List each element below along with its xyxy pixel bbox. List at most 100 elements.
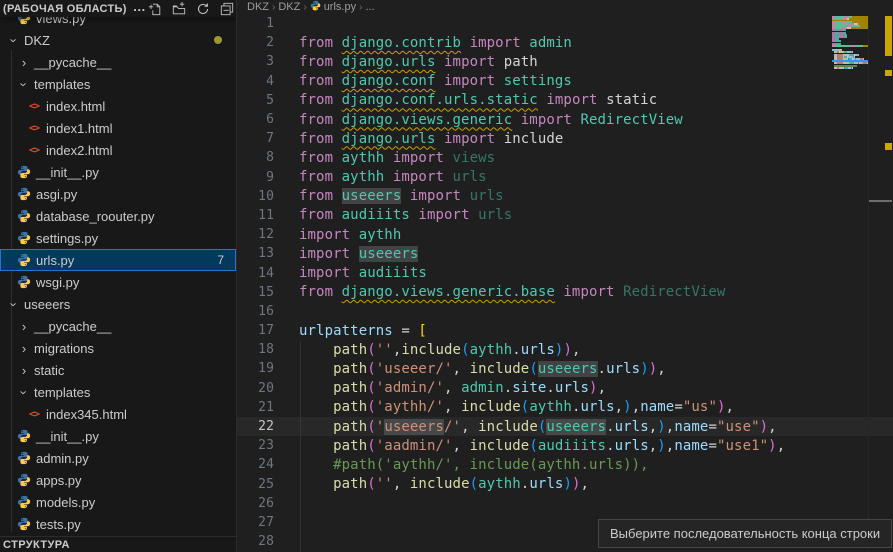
tree-item-index-html[interactable]: <>index.html xyxy=(0,95,236,117)
code-line-15[interactable]: 15from django.views.generic.base import … xyxy=(237,283,893,302)
tree-item-apps-py[interactable]: apps.py xyxy=(0,469,236,491)
code-line-13[interactable]: 13import useeers xyxy=(237,244,893,263)
code-token: path xyxy=(333,380,367,396)
code-token: audiiits xyxy=(538,438,606,454)
tree-item-index345-html[interactable]: <>index345.html xyxy=(0,403,236,425)
overview-ruler-mark xyxy=(885,16,892,56)
breadcrumb-item[interactable]: ... xyxy=(365,1,374,13)
breadcrumb-separator: › xyxy=(272,2,275,13)
code-token: . xyxy=(546,380,555,396)
code-line-2[interactable]: 2from django.contrib import admin xyxy=(237,33,893,52)
minimap[interactable] xyxy=(832,14,868,134)
code-token: name xyxy=(674,419,708,435)
code-line-22[interactable]: 22 path('useeers/', include(useeers.urls… xyxy=(237,417,893,436)
code-line-20[interactable]: 20 path('admin/', admin.site.urls), xyxy=(237,379,893,398)
new-folder-icon[interactable] xyxy=(170,1,188,17)
chevron-right-icon: › xyxy=(16,319,32,334)
tree-item-tests-py[interactable]: tests.py xyxy=(0,513,236,535)
new-file-icon[interactable] xyxy=(146,1,164,17)
line-number: 3 xyxy=(237,54,283,69)
code-line-16[interactable]: 16 xyxy=(237,302,893,321)
collapse-all-icon[interactable] xyxy=(218,1,236,17)
tree-item-asgi-py[interactable]: asgi.py xyxy=(0,183,236,205)
code-line-24[interactable]: 24 #path('aythh/', include(aythh.urls)), xyxy=(237,455,893,474)
breadcrumb-item[interactable]: DKZ xyxy=(247,1,269,13)
code-line-3[interactable]: 3from django.urls import path xyxy=(237,52,893,71)
code-token: from xyxy=(299,131,342,147)
code-line-7[interactable]: 7from django.urls import include xyxy=(237,129,893,148)
code-token: useeers xyxy=(384,419,444,435)
code-line-11[interactable]: 11from audiiits import urls xyxy=(237,206,893,225)
explorer-section-header: (РАБОЧАЯ ОБЛАСТЬ) … xyxy=(0,0,236,17)
code-line-12[interactable]: 12import aythh xyxy=(237,225,893,244)
file-tree: views.py›DKZ›__pycache__›templates<>inde… xyxy=(0,7,236,535)
code-editor[interactable]: 12from django.contrib import admin3from … xyxy=(237,14,893,552)
overview-ruler-mark xyxy=(869,200,892,202)
line-number: 20 xyxy=(237,381,283,396)
code-token: from xyxy=(299,112,342,128)
tree-item-label: tests.py xyxy=(36,517,81,532)
breadcrumb-item[interactable]: DKZ xyxy=(278,1,300,13)
breadcrumb-item[interactable]: urls.py xyxy=(310,0,356,14)
tree-item-admin-py[interactable]: admin.py xyxy=(0,447,236,469)
more-actions-icon[interactable]: … xyxy=(133,0,146,14)
code-line-25[interactable]: 25 path('', include(aythh.urls)), xyxy=(237,475,893,494)
eol-tooltip-text: Выберите последовательность конца строки xyxy=(610,526,880,541)
refresh-icon[interactable] xyxy=(194,1,212,17)
tree-item-wsgi-py[interactable]: wsgi.py xyxy=(0,271,236,293)
outline-section-header[interactable]: СТРУКТУРА xyxy=(0,536,236,552)
code-line-content: from django.conf import settings xyxy=(283,73,572,89)
code-line-content: from django.views.generic.base import Re… xyxy=(283,284,725,300)
code-line-21[interactable]: 21 path('aythh/', include(aythh.urls,),n… xyxy=(237,398,893,417)
python-file-icon xyxy=(16,275,32,289)
code-token: urls xyxy=(478,207,512,223)
code-line-14[interactable]: 14import audiiits xyxy=(237,263,893,282)
code-line-1[interactable]: 1 xyxy=(237,14,893,33)
code-token: , xyxy=(632,399,641,415)
tree-item-migrations[interactable]: ›migrations xyxy=(0,337,236,359)
code-token: include xyxy=(461,399,521,415)
minimap-current-line xyxy=(832,60,868,62)
tree-item-index2-html[interactable]: <>index2.html xyxy=(0,139,236,161)
line-number: 17 xyxy=(237,323,283,338)
tree-item-dkz[interactable]: ›DKZ xyxy=(0,29,236,51)
tree-item-templates[interactable]: ›templates xyxy=(0,73,236,95)
code-line-26[interactable]: 26 xyxy=(237,494,893,513)
code-line-content: path('aadmin/', include(audiiits.urls,),… xyxy=(283,438,785,454)
tree-item--init-py[interactable]: __init__.py xyxy=(0,425,236,447)
tree-item-settings-py[interactable]: settings.py xyxy=(0,227,236,249)
code-line-6[interactable]: 6from django.views.generic import Redire… xyxy=(237,110,893,129)
breadcrumb: DKZ›DKZ›urls.py›... xyxy=(237,0,893,14)
code-line-18[interactable]: 18 path('',include(aythh.urls)), xyxy=(237,340,893,359)
tree-item-urls-py[interactable]: urls.py7 xyxy=(0,249,236,271)
tree-item-database-roouter-py[interactable]: database_roouter.py xyxy=(0,205,236,227)
code-line-9[interactable]: 9from aythh import urls xyxy=(237,168,893,187)
code-line-23[interactable]: 23 path('aadmin/', include(audiiits.urls… xyxy=(237,436,893,455)
code-token: django.contrib xyxy=(342,35,461,51)
tree-item--init-py[interactable]: __init__.py xyxy=(0,161,236,183)
code-line-17[interactable]: 17urlpatterns = [ xyxy=(237,321,893,340)
code-line-5[interactable]: 5from django.conf.urls.static import sta… xyxy=(237,91,893,110)
tree-item--pycache-[interactable]: ›__pycache__ xyxy=(0,51,236,73)
scrollbar-overview-ruler[interactable] xyxy=(869,0,893,552)
code-token: , xyxy=(444,399,461,415)
tree-item-models-py[interactable]: models.py xyxy=(0,491,236,513)
code-token: aythh xyxy=(342,150,385,166)
tree-item-templates[interactable]: ›templates xyxy=(0,381,236,403)
code-token: settings xyxy=(504,73,572,89)
tree-item-useeers[interactable]: ›useeers xyxy=(0,293,236,315)
code-line-4[interactable]: 4from django.conf import settings xyxy=(237,72,893,91)
code-token: import xyxy=(435,131,503,147)
tree-item-label: index1.html xyxy=(46,121,112,136)
code-token: , xyxy=(615,399,624,415)
code-line-8[interactable]: 8from aythh import views xyxy=(237,148,893,167)
tree-item-static[interactable]: ›static xyxy=(0,359,236,381)
code-line-content: from django.views.generic import Redirec… xyxy=(283,112,683,128)
code-line-10[interactable]: 10from useeers import urls xyxy=(237,187,893,206)
tree-item-label: urls.py xyxy=(36,253,74,268)
tree-item--pycache-[interactable]: ›__pycache__ xyxy=(0,315,236,337)
code-line-19[interactable]: 19 path('useeer/', include(useeers.urls)… xyxy=(237,359,893,378)
tree-item-index1-html[interactable]: <>index1.html xyxy=(0,117,236,139)
code-token: import xyxy=(435,54,503,70)
chevron-right-icon: › xyxy=(16,341,32,356)
